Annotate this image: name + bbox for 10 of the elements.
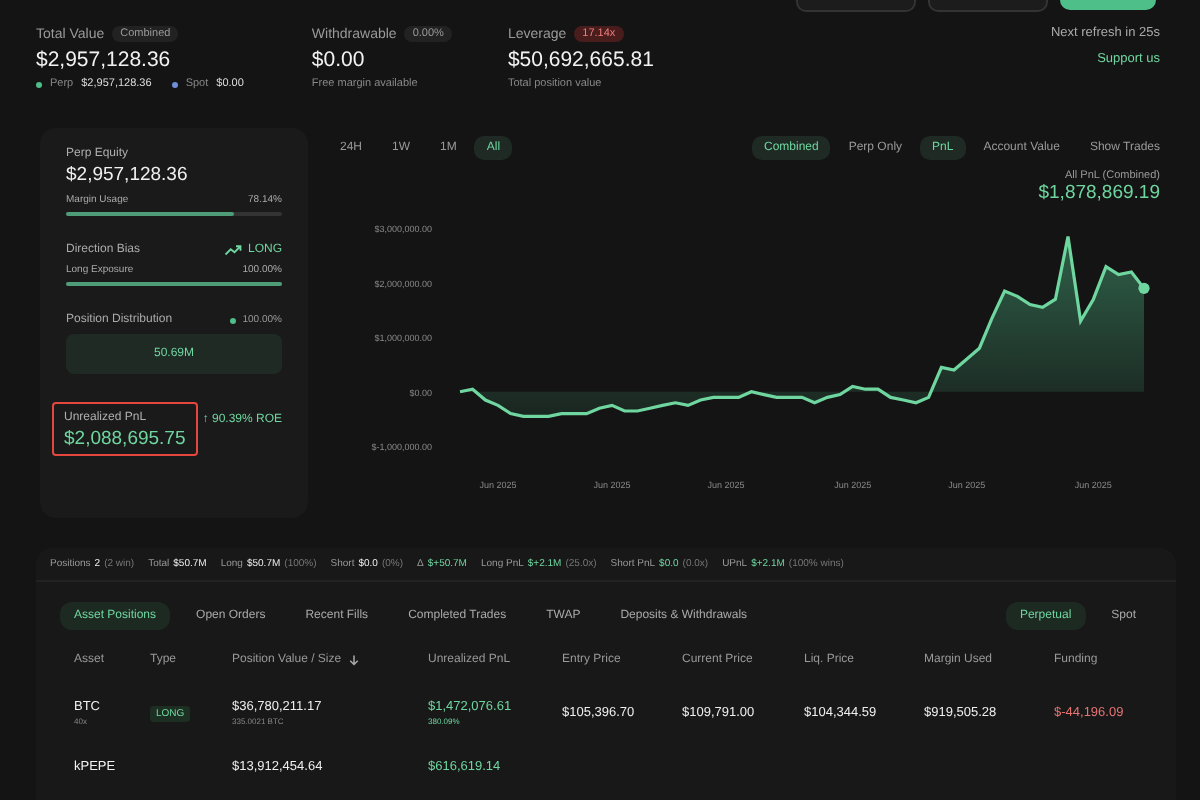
chart-value: $1,878,869.19 xyxy=(1038,182,1160,204)
sort-down-icon[interactable] xyxy=(347,654,360,666)
stat-value: $2,957,128.36 xyxy=(36,48,173,72)
pnl-value: $2,088,695.75 xyxy=(64,428,186,450)
trend-up-icon xyxy=(223,244,242,256)
stat-value: $0.00 xyxy=(311,48,367,72)
equity-value: $2,957,128.36 xyxy=(66,164,190,186)
stat-value: $50,692,665.81 xyxy=(507,48,654,72)
end-point-marker xyxy=(1138,282,1150,294)
toolbar-button[interactable] xyxy=(1060,0,1156,10)
